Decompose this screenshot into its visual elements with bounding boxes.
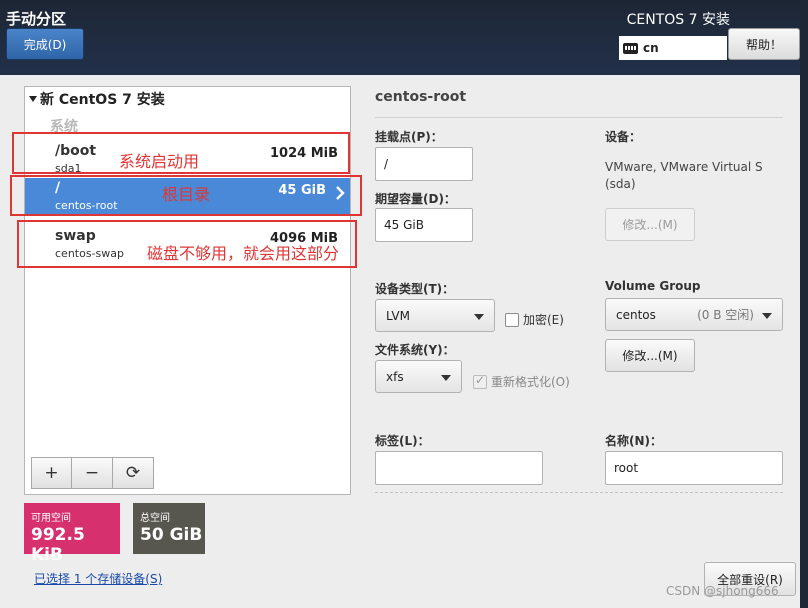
annotation-text-boot: 系统启动用 (119, 152, 200, 171)
add-partition-button[interactable]: + (31, 457, 72, 489)
mount-point-input[interactable]: / (375, 147, 473, 181)
install-group-header[interactable]: 新 CentOS 7 安装 (29, 89, 165, 109)
reformat-checkbox[interactable] (473, 373, 487, 389)
available-space-card: 可用空间 992.5 KiB (24, 503, 120, 565)
device-value: VMware, VMware Virtual S (sda) (605, 160, 763, 191)
volume-group-dropdown[interactable]: centos (0 B 空闲) (605, 298, 783, 331)
expander-triangle-icon (29, 96, 37, 102)
detail-title: centos-root (375, 89, 467, 105)
name-label: 名称(N)： (605, 434, 663, 448)
reformat-label: 重新格式化(O) (491, 375, 570, 389)
encrypt-checkbox-row[interactable]: 加密(E) (505, 311, 564, 328)
name-input[interactable]: root (605, 451, 783, 485)
page-title: 手动分区 (6, 10, 67, 28)
chevron-down-icon (762, 312, 772, 319)
refresh-button[interactable]: ⟳ (113, 457, 154, 489)
total-space-value: 50 GiB (140, 525, 203, 545)
modify-device-button[interactable]: 修改...(M) (605, 208, 695, 241)
product-title: CENTOS 7 安装 (626, 12, 730, 28)
help-button[interactable]: 帮助！ (728, 28, 800, 60)
filesystem-dropdown[interactable]: xfs (375, 360, 462, 393)
install-title: 新 CentOS 7 安装 (40, 92, 165, 108)
total-space-label: 总空间 (140, 513, 170, 524)
device-label: 设备： (605, 130, 642, 144)
done-button[interactable]: 完成(D) (6, 28, 84, 60)
tag-label: 标签(L)： (375, 434, 430, 448)
keyboard-layout-label: cn (643, 41, 659, 55)
filesystem-label: 文件系统(Y)： (375, 343, 455, 357)
divider (375, 117, 783, 118)
selected-storage-link[interactable]: 已选择 1 个存储设备(S) (34, 570, 162, 587)
available-space-label: 可用空间 (31, 513, 71, 524)
annotation-text-root: 根目录 (162, 185, 211, 204)
mount-point-label: 挂载点(P)： (375, 130, 443, 144)
chevron-down-icon (441, 374, 451, 381)
tag-input[interactable] (375, 451, 543, 485)
volume-group-free: (0 B 空闲) (697, 308, 754, 322)
watermark: CSDN @sjhong666 (666, 584, 779, 598)
device-type-value: LVM (386, 308, 410, 323)
annotation-text-swap: 磁盘不够用，就会用这部分 (147, 244, 340, 263)
partition-toolbar: + − ⟳ (31, 457, 154, 489)
remove-partition-button[interactable]: − (72, 457, 113, 489)
device-type-label: 设备类型(T)： (375, 282, 455, 296)
filesystem-value: xfs (386, 369, 404, 384)
reformat-checkbox-row[interactable]: 重新格式化(O) (473, 373, 570, 390)
keyboard-layout-indicator[interactable]: cn (619, 36, 727, 60)
total-space-card: 总空间 50 GiB (133, 503, 205, 554)
modify-volume-group-button[interactable]: 修改...(M) (605, 339, 695, 372)
available-space-value: 992.5 KiB (31, 525, 85, 565)
keyboard-icon (623, 42, 638, 54)
encrypt-checkbox[interactable] (505, 312, 519, 327)
device-type-dropdown[interactable]: LVM (375, 299, 495, 332)
volume-group-value: centos (616, 307, 656, 322)
volume-group-label: Volume Group (605, 279, 701, 293)
capacity-input[interactable]: 45 GiB (375, 208, 473, 242)
capacity-label: 期望容量(D)： (375, 192, 456, 206)
encrypt-label: 加密(E) (523, 313, 564, 327)
dashed-divider (375, 492, 783, 493)
chevron-down-icon (474, 313, 484, 320)
window-edge (800, 0, 808, 608)
